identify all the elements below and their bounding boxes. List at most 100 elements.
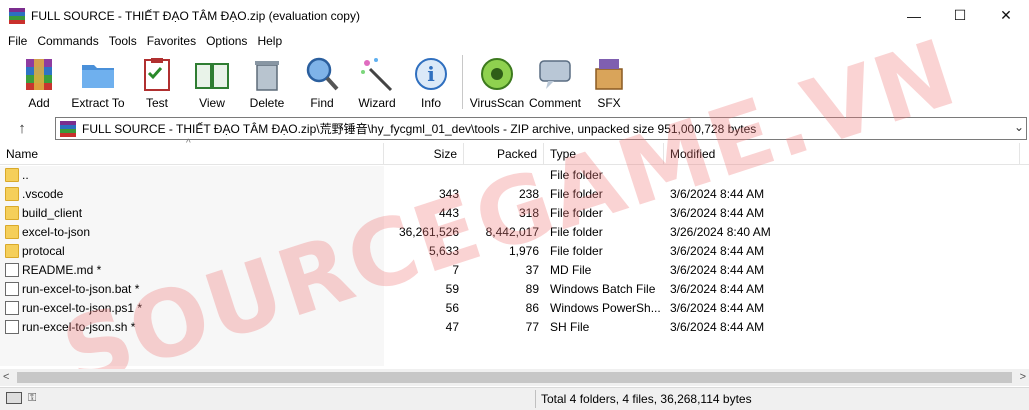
- comment-icon: [539, 60, 571, 89]
- status-text: Total 4 folders, 4 files, 36,268,114 byt…: [541, 392, 752, 406]
- row-size: 343: [438, 187, 459, 201]
- delete-label: Delete: [249, 96, 285, 110]
- column-size[interactable]: Size: [384, 143, 464, 165]
- table-row[interactable]: protocal 5,633 1,976 File folder 3/6/202…: [0, 242, 1029, 261]
- chevron-down-icon[interactable]: ⌄: [1014, 120, 1024, 134]
- add-button[interactable]: Add: [11, 51, 67, 113]
- column-name[interactable]: Name: [0, 143, 384, 165]
- sfx-box-icon: [595, 59, 623, 90]
- drive-icon[interactable]: [6, 392, 22, 404]
- column-type[interactable]: Type: [544, 143, 664, 165]
- table-row[interactable]: .vscode 343 238 File folder 3/6/2024 8:4…: [0, 185, 1029, 204]
- extract-to-button[interactable]: Extract To: [67, 51, 129, 113]
- view-button[interactable]: View: [185, 51, 239, 113]
- find-button[interactable]: Find: [295, 51, 349, 113]
- magnifier-icon: [306, 57, 339, 91]
- status-separator: [535, 390, 536, 408]
- key-icon[interactable]: ⚿: [28, 392, 46, 404]
- info-button[interactable]: i Info: [405, 51, 457, 113]
- row-size: 7: [452, 263, 459, 277]
- sfx-button[interactable]: SFX: [584, 51, 634, 113]
- row-name: build_client: [22, 206, 83, 220]
- table-row[interactable]: build_client 443 318 File folder 3/6/202…: [0, 204, 1029, 223]
- row-size: 36,261,526: [398, 225, 459, 239]
- folder-icon: [5, 244, 19, 258]
- column-packed[interactable]: Packed: [464, 143, 544, 165]
- add-label: Add: [28, 96, 50, 110]
- scroll-left-icon[interactable]: <: [3, 369, 9, 386]
- row-packed: 8,442,017: [485, 225, 539, 239]
- address-path: FULL SOURCE - THIẾT ĐẠO TÂM ĐẠO.zip\荒野锤音…: [82, 122, 757, 136]
- comment-button[interactable]: Comment: [526, 51, 584, 113]
- svg-text:i: i: [427, 62, 435, 86]
- row-size: 443: [438, 206, 459, 220]
- table-row[interactable]: README.md * 7 37 MD File 3/6/2024 8:44 A…: [0, 261, 1029, 280]
- folder-icon: [5, 225, 19, 239]
- find-label: Find: [310, 96, 334, 110]
- table-row[interactable]: run-excel-to-json.bat * 59 89 Windows Ba…: [0, 280, 1029, 299]
- folder-icon: [5, 206, 19, 220]
- minimize-button[interactable]: —: [891, 0, 937, 31]
- row-modified: 3/6/2024 8:44 AM: [670, 282, 765, 296]
- row-name: ..: [22, 168, 29, 182]
- row-packed: 77: [525, 320, 539, 334]
- row-packed: 86: [525, 301, 539, 315]
- sfx-label: SFX: [597, 96, 621, 110]
- menu-options[interactable]: Options: [201, 34, 252, 48]
- row-name: run-excel-to-json.sh *: [22, 320, 136, 334]
- file-list: .. File folder .vscode 343 238 File fold…: [0, 166, 1029, 337]
- batch-file-icon: [5, 282, 19, 296]
- list-header: ^ Name Size Packed Type Modified: [0, 138, 1029, 165]
- shell-file-icon: [5, 320, 19, 334]
- table-row[interactable]: .. File folder: [0, 166, 1029, 185]
- row-type: Windows Batch File: [550, 282, 656, 296]
- table-row[interactable]: run-excel-to-json.sh * 47 77 SH File 3/6…: [0, 318, 1029, 337]
- virusscan-label: VirusScan: [469, 96, 525, 110]
- row-name: run-excel-to-json.ps1 *: [22, 301, 143, 315]
- row-size: 59: [445, 282, 459, 296]
- folder-icon: [5, 187, 19, 201]
- title-bar: FULL SOURCE - THIẾT ĐẠO TÂM ĐẠO.zip (eva…: [0, 0, 1029, 31]
- scroll-right-icon[interactable]: >: [1020, 369, 1026, 386]
- info-icon: i: [415, 58, 447, 90]
- folder-icon: [5, 168, 19, 182]
- virusscan-button[interactable]: VirusScan: [468, 51, 526, 113]
- file-icon: [5, 263, 19, 277]
- row-modified: 3/6/2024 8:44 AM: [670, 301, 765, 315]
- toolbar-separator: [462, 55, 463, 109]
- row-name: protocal: [22, 244, 65, 258]
- close-button[interactable]: ✕: [983, 0, 1029, 31]
- row-modified: 3/6/2024 8:44 AM: [670, 206, 765, 220]
- menu-tools[interactable]: Tools: [104, 34, 142, 48]
- window-title: FULL SOURCE - THIẾT ĐẠO TÂM ĐẠO.zip (eva…: [31, 8, 360, 23]
- row-packed: 318: [518, 206, 539, 220]
- horizontal-scrollbar[interactable]: < >: [0, 369, 1029, 386]
- delete-button[interactable]: Delete: [239, 51, 295, 113]
- up-arrow-icon[interactable]: ↑: [13, 119, 31, 139]
- maximize-button[interactable]: ☐: [937, 0, 983, 31]
- row-type: File folder: [550, 168, 603, 182]
- test-button[interactable]: Test: [129, 51, 185, 113]
- view-book-icon: [195, 63, 229, 89]
- row-size: 56: [445, 301, 459, 315]
- scroll-thumb[interactable]: [17, 372, 1012, 383]
- menu-commands[interactable]: Commands: [32, 34, 103, 48]
- row-packed: 89: [525, 282, 539, 296]
- wizard-button[interactable]: Wizard: [349, 51, 405, 113]
- magic-wand-icon: [361, 58, 393, 92]
- menu-help[interactable]: Help: [252, 34, 287, 48]
- row-type: MD File: [550, 263, 592, 277]
- menu-favorites[interactable]: Favorites: [142, 34, 201, 48]
- menu-file[interactable]: File: [3, 34, 32, 48]
- row-modified: 3/6/2024 8:44 AM: [670, 320, 765, 334]
- row-type: File folder: [550, 225, 603, 239]
- wizard-label: Wizard: [358, 96, 396, 110]
- address-bar[interactable]: FULL SOURCE - THIẾT ĐẠO TÂM ĐẠO.zip\荒野锤音…: [55, 117, 1027, 140]
- row-modified: 3/26/2024 8:40 AM: [670, 225, 771, 239]
- column-modified[interactable]: Modified: [664, 143, 1020, 165]
- menu-bar: File Commands Tools Favorites Options He…: [0, 31, 1029, 51]
- row-name: excel-to-json: [22, 225, 91, 239]
- test-clipboard-icon: [144, 58, 170, 91]
- table-row[interactable]: run-excel-to-json.ps1 * 56 86 Windows Po…: [0, 299, 1029, 318]
- table-row[interactable]: excel-to-json 36,261,526 8,442,017 File …: [0, 223, 1029, 242]
